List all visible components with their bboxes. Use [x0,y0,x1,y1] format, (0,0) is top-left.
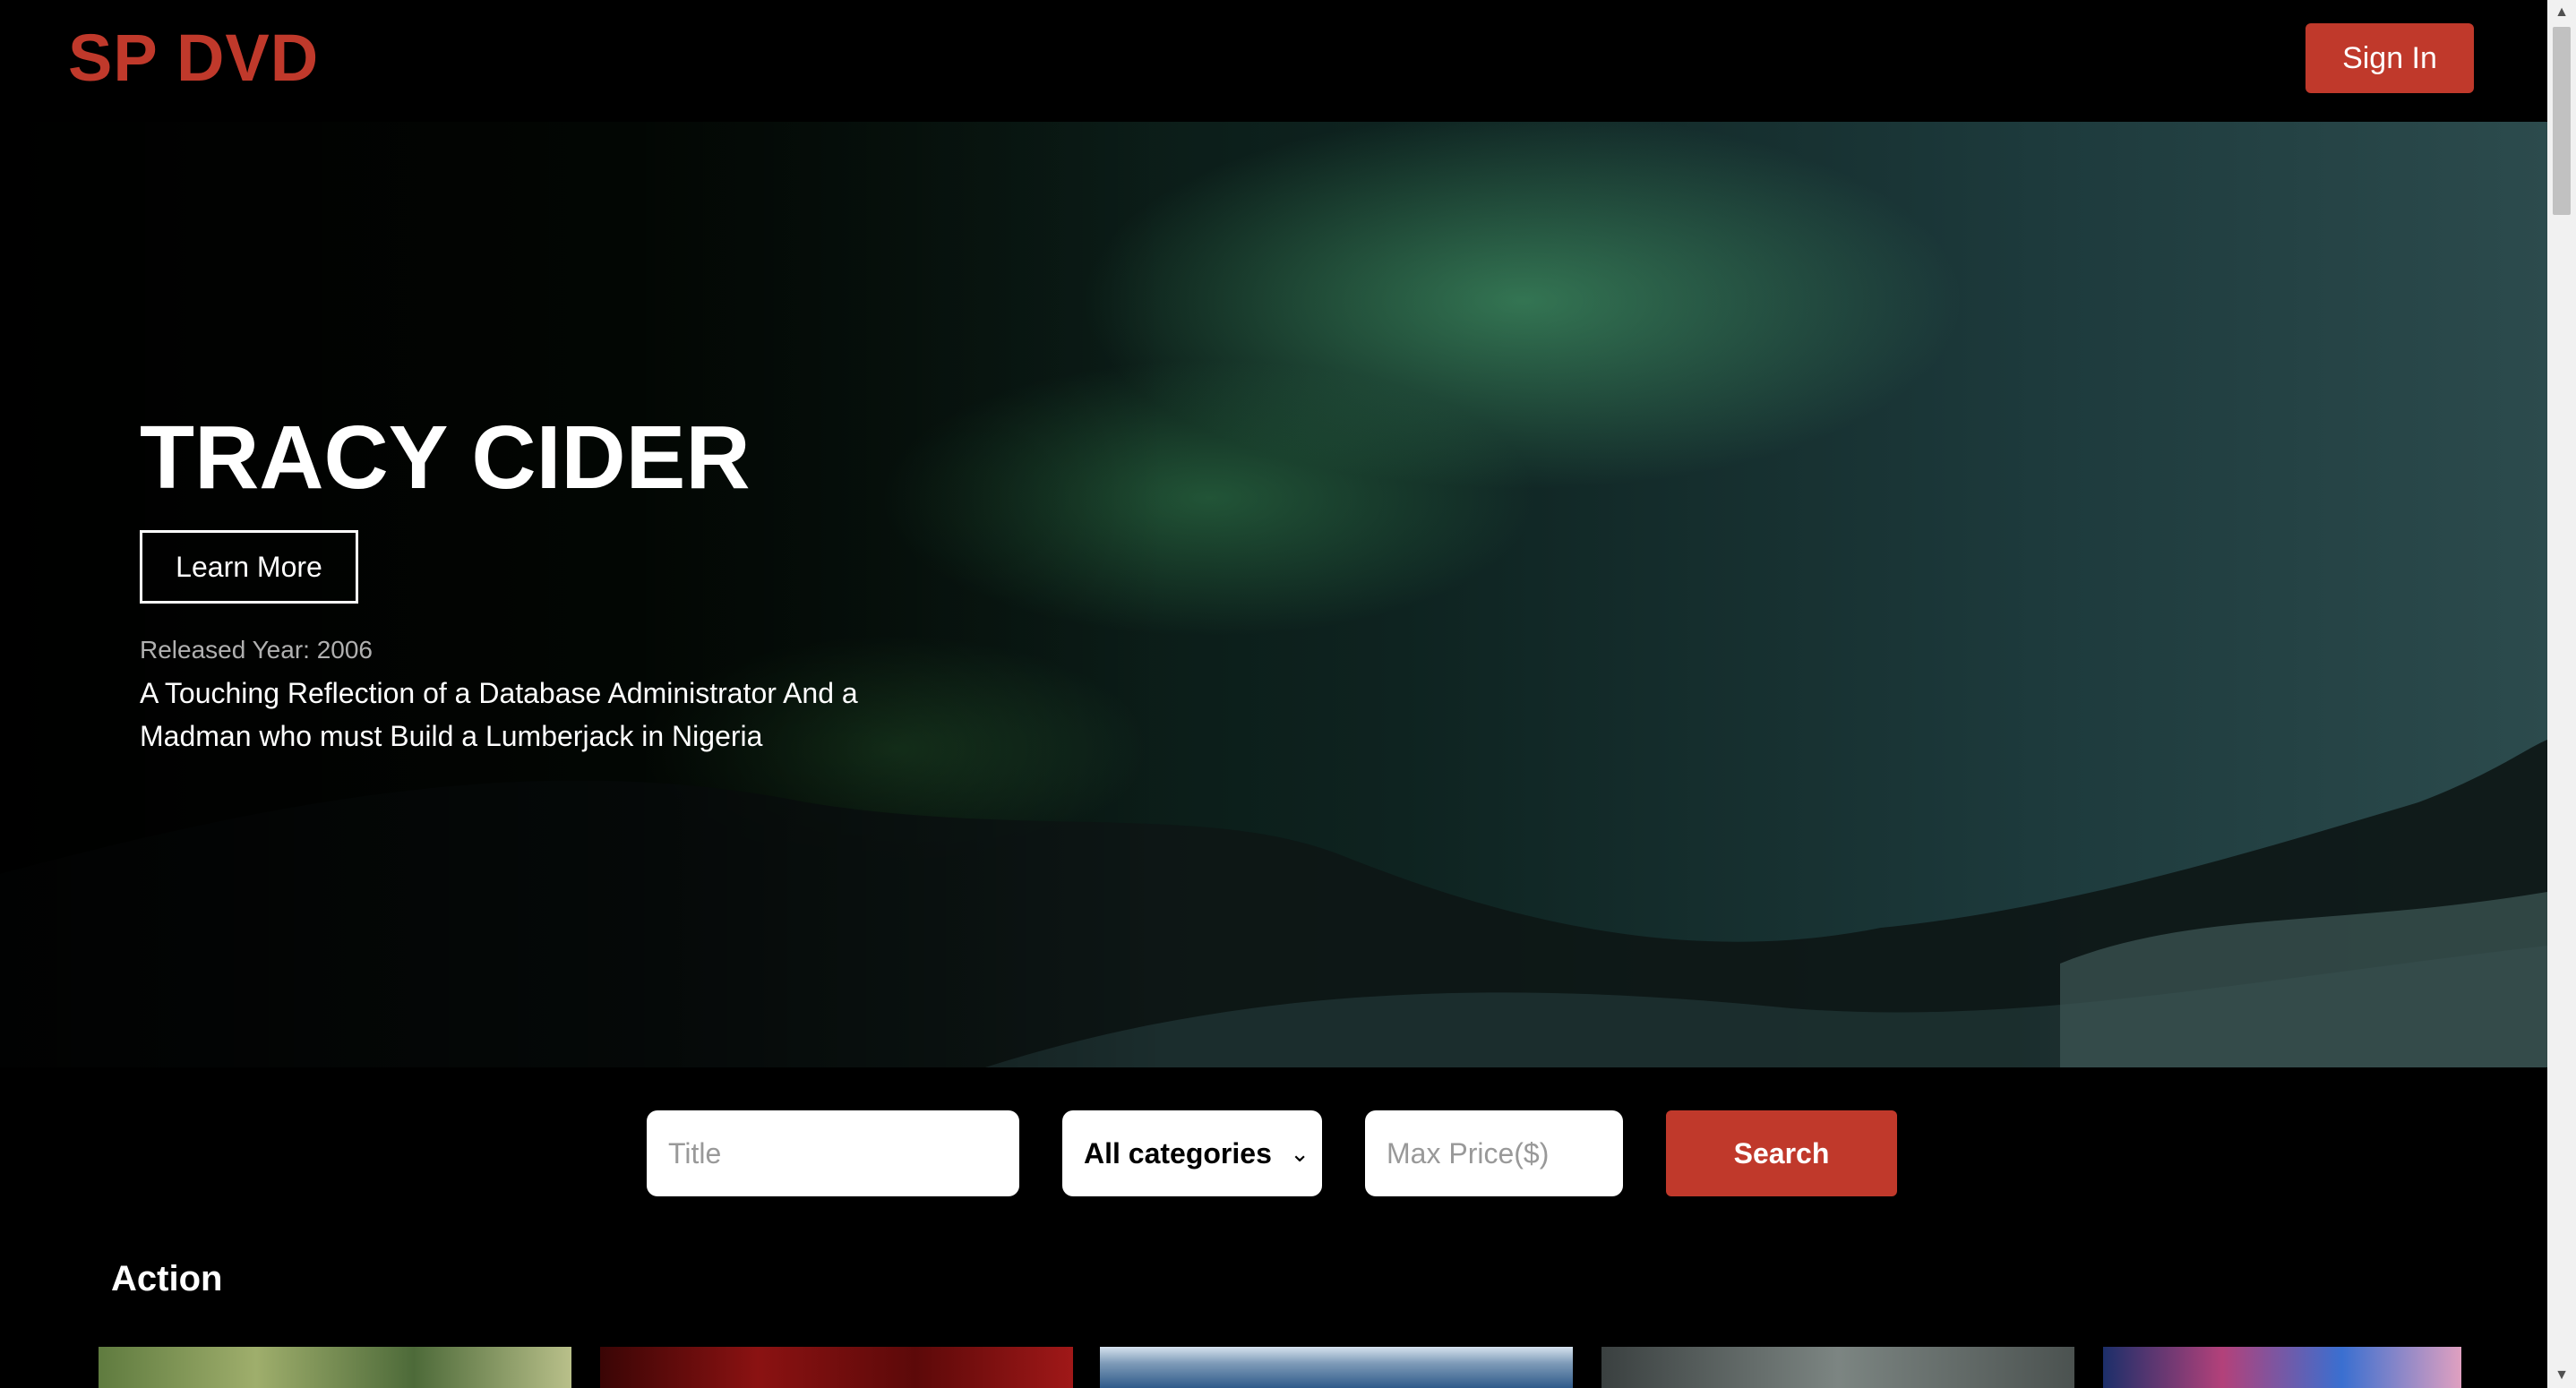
hero-banner: TRACY CIDER Learn More Released Year: 20… [0,122,2547,1067]
film-thumbnail[interactable] [600,1347,1073,1388]
category-heading: Action [111,1259,223,1298]
max-price-input[interactable]: Max Price($) [1365,1110,1623,1196]
category-select-value: All categories [1084,1137,1272,1170]
scroll-down-icon[interactable]: ▼ [2547,1363,2576,1388]
chevron-down-icon: ⌄ [1290,1140,1309,1167]
sign-in-button[interactable]: Sign In [2306,23,2474,93]
release-year: Released Year: 2006 [140,636,373,664]
page: SP DVD Sign In TRACY CIDER Learn More Re… [0,0,2576,1388]
search-button[interactable]: Search [1666,1110,1897,1196]
hero-title: TRACY CIDER [140,407,751,508]
scrollbar-thumb[interactable] [2553,27,2571,215]
film-thumbnail[interactable] [1100,1347,1573,1388]
film-thumbnail[interactable] [1601,1347,2074,1388]
scroll-up-icon[interactable]: ▲ [2547,0,2576,25]
category-select[interactable]: All categories ⌄ [1062,1110,1322,1196]
learn-more-button[interactable]: Learn More [140,530,358,604]
film-thumbnail[interactable] [99,1347,571,1388]
brand-logo[interactable]: SP DVD [68,20,319,97]
top-nav: SP DVD Sign In [0,0,2547,122]
page-scrollbar[interactable]: ▲ ▼ [2547,0,2576,1388]
hero-description: A Touching Reflection of a Database Admi… [140,677,858,752]
film-thumbnail[interactable] [2103,1347,2461,1388]
title-search-input[interactable]: Title [647,1110,1019,1196]
search-bar: Title All categories ⌄ Max Price($) Sear… [0,1067,2547,1216]
